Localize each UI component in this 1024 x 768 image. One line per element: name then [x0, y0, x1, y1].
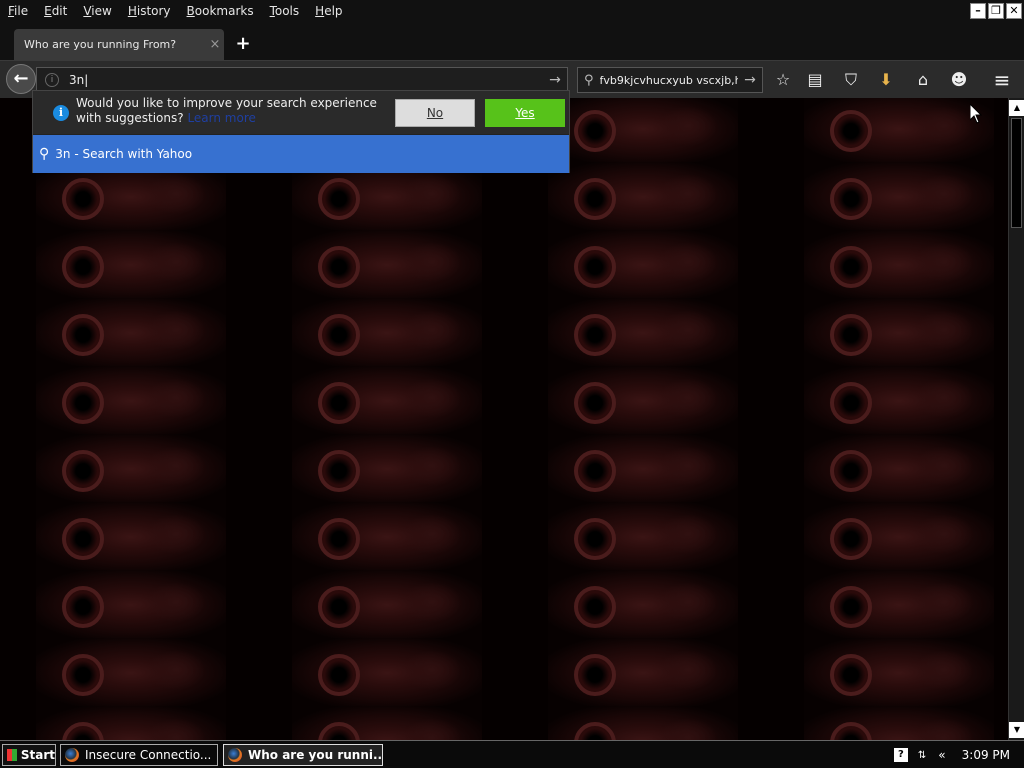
background-tile: [36, 366, 226, 436]
background-tile: [548, 638, 738, 708]
background-tile: [36, 502, 226, 572]
background-tile: [804, 570, 994, 640]
pocket-icon[interactable]: ⛉: [840, 69, 862, 91]
tab-close-icon[interactable]: ×: [206, 37, 224, 52]
background-tile: [804, 298, 994, 368]
page-content: [0, 98, 1008, 740]
show-hidden-icons-icon[interactable]: «: [938, 748, 945, 762]
background-tile: [804, 162, 994, 232]
background-tile: [292, 502, 482, 572]
background-tile: [804, 638, 994, 708]
menu-bookmarks[interactable]: Bookmarks: [179, 0, 262, 22]
background-tile: [548, 162, 738, 232]
menu-history[interactable]: History: [120, 0, 179, 22]
background-tile: [548, 502, 738, 572]
start-button[interactable]: Start: [2, 744, 56, 766]
search-go-icon[interactable]: →: [738, 72, 762, 88]
background-tile: [36, 706, 226, 740]
yes-button[interactable]: Yes: [485, 99, 565, 127]
suggestion-text: 3n - Search with Yahoo: [55, 147, 193, 161]
background-tile: [804, 230, 994, 300]
help-icon[interactable]: ?: [893, 748, 908, 762]
tab-active[interactable]: Who are you running From? ×: [14, 29, 224, 60]
site-info-icon[interactable]: i: [45, 73, 59, 87]
background-tile: [292, 434, 482, 504]
taskbar-item-who-are-you-running[interactable]: Who are you runni...: [223, 744, 383, 766]
window-controls: – ❐ ✕: [970, 3, 1022, 19]
menu-help[interactable]: Help: [307, 0, 350, 22]
downloads-icon[interactable]: ⬇: [875, 69, 897, 91]
background-tile: [548, 98, 738, 164]
clock[interactable]: 3:09 PM: [962, 748, 1010, 762]
search-icon: ⚲: [584, 72, 594, 88]
info-icon: i: [53, 105, 69, 121]
url-autocomplete-dropdown: i Would you like to improve your search …: [32, 90, 570, 173]
background-tile: [548, 434, 738, 504]
background-tile: [548, 366, 738, 436]
windows-flag-icon: [7, 749, 17, 761]
tab-title: Who are you running From?: [24, 38, 177, 51]
minimize-button[interactable]: –: [970, 3, 986, 19]
home-icon[interactable]: ⌂: [912, 69, 934, 91]
background-tile: [36, 570, 226, 640]
system-tray: ? ⇅ « 3:09 PM: [893, 744, 1024, 766]
firefox-icon: [228, 748, 242, 762]
background-tile: [804, 706, 994, 740]
taskbar-item-insecure-connection[interactable]: Insecure Connectio...: [60, 744, 218, 766]
close-window-button[interactable]: ✕: [1006, 3, 1022, 19]
background-tile: [804, 98, 994, 164]
background-tile: [804, 434, 994, 504]
learn-more-link[interactable]: Learn more: [187, 111, 255, 125]
background-tile: [292, 638, 482, 708]
prompt-text: Would you like to improve your search ex…: [76, 96, 377, 125]
menu-bar: File Edit View History Bookmarks Tools H…: [0, 0, 1024, 22]
background-tile: [36, 638, 226, 708]
menu-tools[interactable]: Tools: [262, 0, 308, 22]
background-tile: [548, 298, 738, 368]
search-input[interactable]: fvb9kjcvhucxyub vscxjb,htje: [600, 74, 738, 87]
menu-edit[interactable]: Edit: [36, 0, 75, 22]
background-tile: [292, 298, 482, 368]
background-tile: [292, 230, 482, 300]
background-tile: [36, 230, 226, 300]
search-bar[interactable]: ⚲ fvb9kjcvhucxyub vscxjb,htje →: [577, 67, 763, 93]
taskbar: Start Insecure Connectio... Who are you …: [0, 740, 1024, 768]
background-tile: [36, 298, 226, 368]
background-tile: [804, 366, 994, 436]
search-suggestions-prompt: i Would you like to improve your search …: [33, 91, 569, 134]
background-tile: [804, 502, 994, 572]
background-tile: [36, 434, 226, 504]
network-icon[interactable]: ⇅: [918, 750, 926, 761]
reading-list-icon[interactable]: ▤: [804, 69, 826, 91]
background-tile: [292, 570, 482, 640]
tab-strip: Who are you running From? × +: [0, 22, 1024, 60]
hamburger-menu-icon[interactable]: ≡: [991, 69, 1013, 91]
bookmark-star-icon[interactable]: ☆: [772, 69, 794, 91]
menu-view[interactable]: View: [75, 0, 119, 22]
feedback-icon[interactable]: ☻: [948, 69, 970, 91]
new-tab-button[interactable]: +: [232, 34, 254, 56]
background-tile: [548, 570, 738, 640]
background-tile: [292, 706, 482, 740]
scroll-down-icon[interactable]: ▼: [1009, 722, 1024, 738]
firefox-icon: [65, 748, 79, 762]
background-tile: [292, 366, 482, 436]
background-tile: [548, 230, 738, 300]
scroll-thumb[interactable]: [1011, 118, 1022, 228]
url-input[interactable]: 3n|: [69, 73, 543, 87]
scroll-up-icon[interactable]: ▲: [1009, 100, 1024, 116]
no-button[interactable]: No: [395, 99, 475, 127]
menu-file[interactable]: File: [0, 0, 36, 22]
search-suggestion-row[interactable]: ⚲ 3n - Search with Yahoo: [33, 135, 569, 173]
search-icon: ⚲: [39, 146, 50, 162]
restore-button[interactable]: ❐: [988, 3, 1004, 19]
vertical-scrollbar[interactable]: ▲ ▼: [1008, 98, 1024, 740]
background-tile: [548, 706, 738, 740]
go-arrow-icon[interactable]: →: [543, 72, 567, 88]
